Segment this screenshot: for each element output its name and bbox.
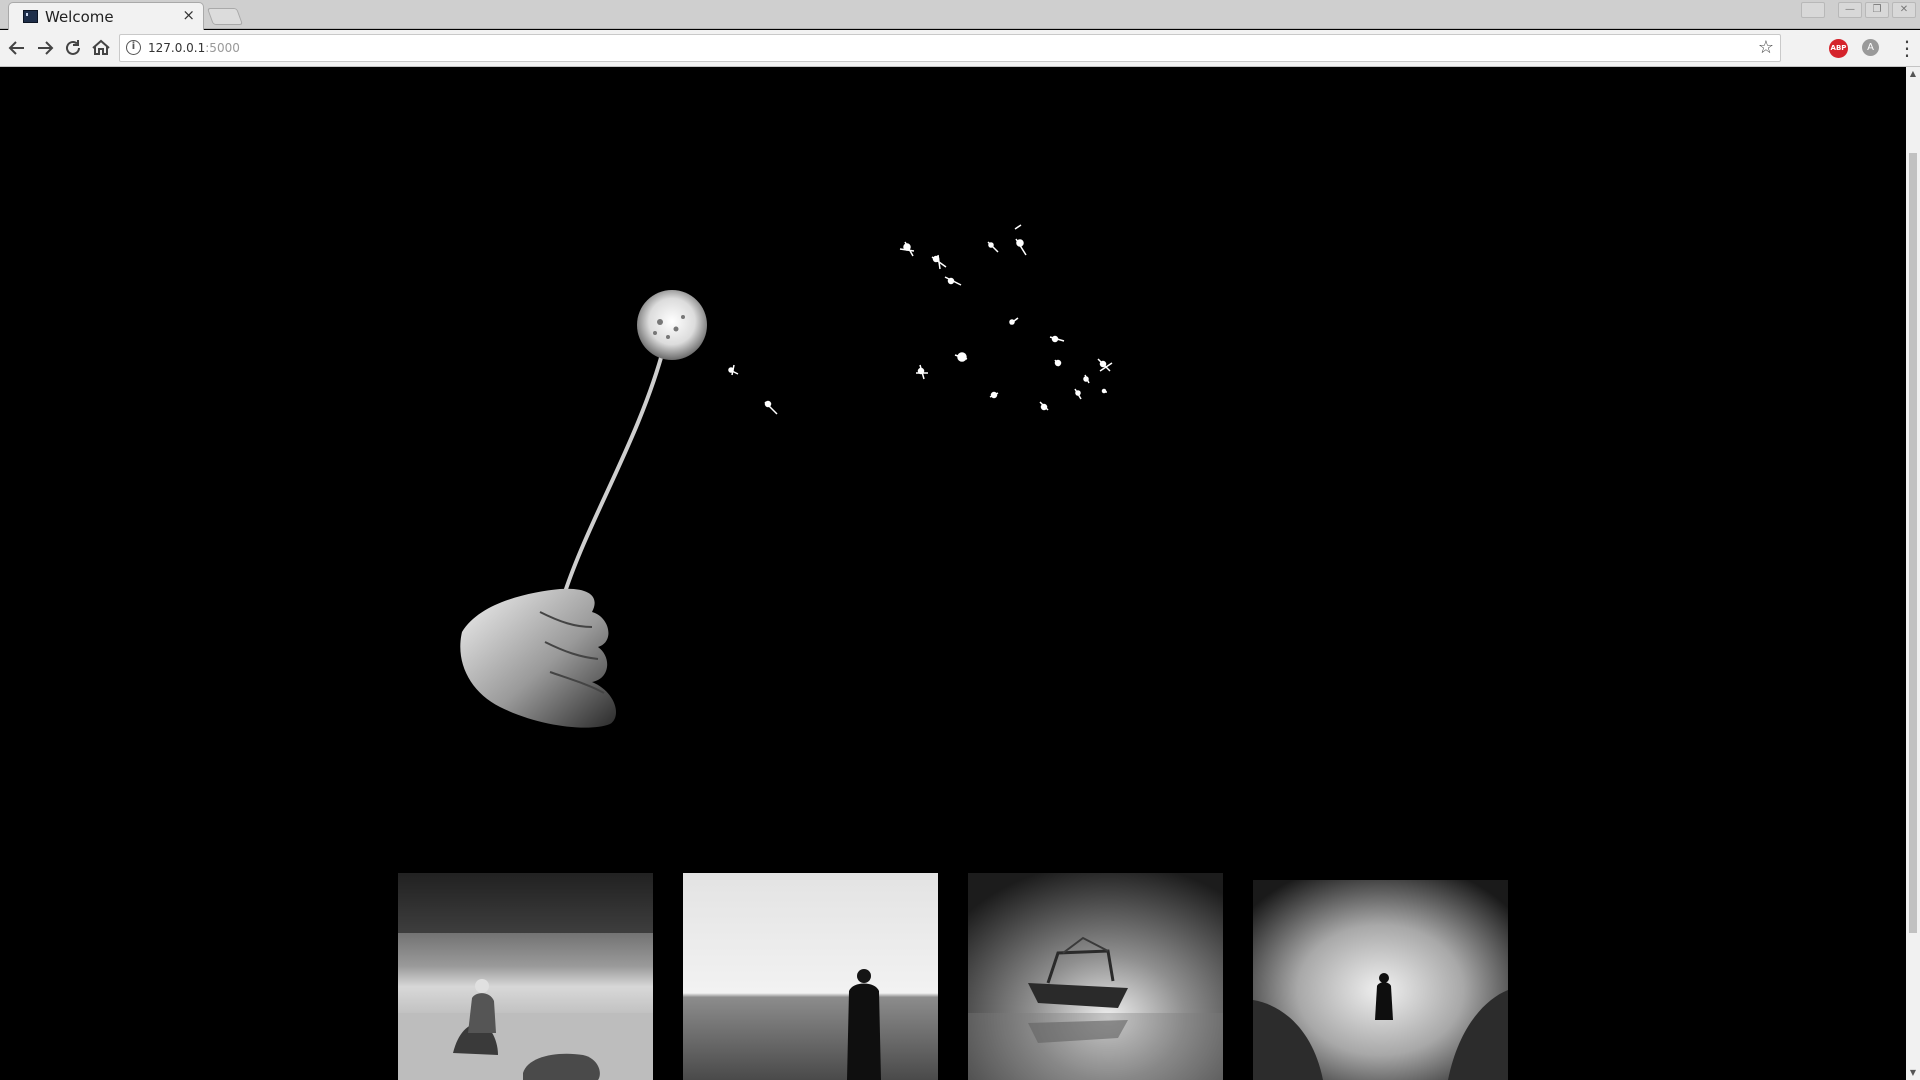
gallery-image-horizon bbox=[683, 873, 938, 1080]
url-text: 127.0.0.1:5000 bbox=[148, 41, 240, 55]
info-icon[interactable]: i bbox=[126, 40, 141, 55]
gallery-thumbnail-boat[interactable] bbox=[968, 873, 1223, 1080]
scroll-up-arrow-icon[interactable]: ▲ bbox=[1906, 67, 1920, 81]
terminal-favicon-icon bbox=[23, 10, 38, 23]
browser-toolbar: i 127.0.0.1:5000 ☆ ABP A ⋮ bbox=[0, 30, 1920, 67]
minimize-icon[interactable]: — bbox=[1838, 2, 1862, 18]
star-icon[interactable]: ☆ bbox=[1758, 37, 1774, 58]
vertical-scrollbar[interactable]: ▲ ▼ bbox=[1906, 67, 1920, 1080]
restore-icon[interactable]: ❐ bbox=[1865, 2, 1889, 18]
gallery-image-rock bbox=[398, 873, 653, 1080]
gallery-image-shore bbox=[1253, 880, 1508, 1080]
tab-title: Welcome bbox=[45, 8, 114, 26]
new-tab-button[interactable] bbox=[206, 8, 244, 25]
hero-image bbox=[460, 224, 1113, 728]
page-viewport bbox=[0, 67, 1906, 1080]
tab-strip: Welcome × — ❐ ✕ bbox=[0, 0, 1920, 30]
kebab-menu-icon[interactable]: ⋮ bbox=[1897, 36, 1917, 60]
gallery-thumbnail-shore[interactable] bbox=[1253, 880, 1508, 1080]
gallery-thumbnail-rock[interactable] bbox=[398, 873, 653, 1080]
url-port: :5000 bbox=[205, 41, 240, 55]
address-bar[interactable]: i 127.0.0.1:5000 ☆ bbox=[119, 34, 1781, 62]
back-icon[interactable] bbox=[4, 35, 30, 61]
scrollbar-thumb[interactable] bbox=[1909, 153, 1917, 933]
close-tab-icon[interactable]: × bbox=[182, 6, 195, 24]
close-window-icon[interactable]: ✕ bbox=[1892, 2, 1916, 18]
forward-icon[interactable] bbox=[32, 35, 58, 61]
adblock-extension-icon[interactable]: ABP bbox=[1829, 39, 1848, 58]
url-host: 127.0.0.1 bbox=[148, 41, 206, 55]
profile-icon[interactable] bbox=[1801, 2, 1825, 18]
extension-icon[interactable]: A bbox=[1862, 39, 1879, 56]
reload-icon[interactable] bbox=[60, 35, 86, 61]
dandelion-head bbox=[637, 290, 707, 360]
gallery-image-boat bbox=[968, 873, 1223, 1080]
tab-welcome[interactable]: Welcome × bbox=[8, 2, 204, 30]
home-icon[interactable] bbox=[88, 35, 114, 61]
gallery-thumbnail-horizon[interactable] bbox=[683, 873, 938, 1080]
scroll-down-arrow-icon[interactable]: ▼ bbox=[1906, 1066, 1920, 1080]
